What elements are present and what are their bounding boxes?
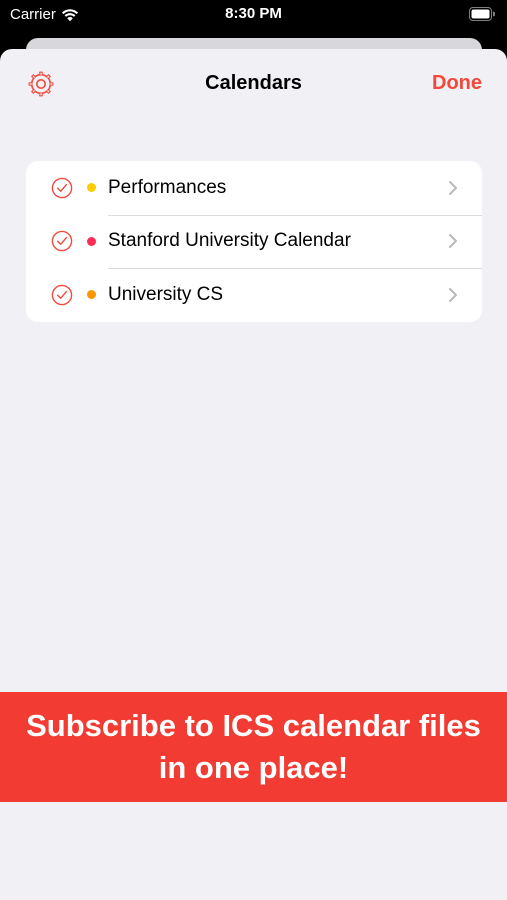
calendar-row-stanford-university-calendar[interactable]: Stanford University Calendar (26, 214, 482, 269)
status-bar: Carrier 8:30 PM (0, 0, 507, 30)
navigation-bar: Calendars Done (0, 49, 507, 119)
checkmark-circle-icon[interactable] (51, 230, 73, 252)
calendar-name: Stanford University Calendar (108, 230, 351, 252)
calendar-color-dot (87, 183, 96, 193)
page-title: Calendars (205, 72, 302, 94)
battery-icon (469, 7, 495, 21)
checkmark-circle-icon[interactable] (51, 177, 73, 199)
promo-headline-line-1: Subscribe to ICS calendar files (26, 708, 481, 743)
done-button[interactable]: Done (432, 72, 482, 95)
calendar-name: Performances (108, 176, 227, 198)
chevron-right-icon (449, 234, 457, 249)
calendar-color-dot (87, 290, 96, 300)
status-time: 8:30 PM (225, 5, 282, 22)
calendar-row-performances[interactable]: Performances (26, 161, 482, 215)
calendar-list: Performances Stanford University Calenda… (26, 161, 482, 322)
calendar-name: University CS (108, 283, 224, 305)
promo-headline-line-2: in one place! (158, 750, 349, 785)
chevron-right-icon (449, 287, 457, 302)
promo-banner: Subscribe to ICS calendar files in one p… (0, 692, 507, 802)
checkmark-circle-icon[interactable] (51, 284, 73, 306)
chevron-right-icon (449, 180, 457, 195)
calendar-row-university-cs[interactable]: University CS (26, 268, 482, 322)
calendar-color-dot (87, 236, 96, 246)
